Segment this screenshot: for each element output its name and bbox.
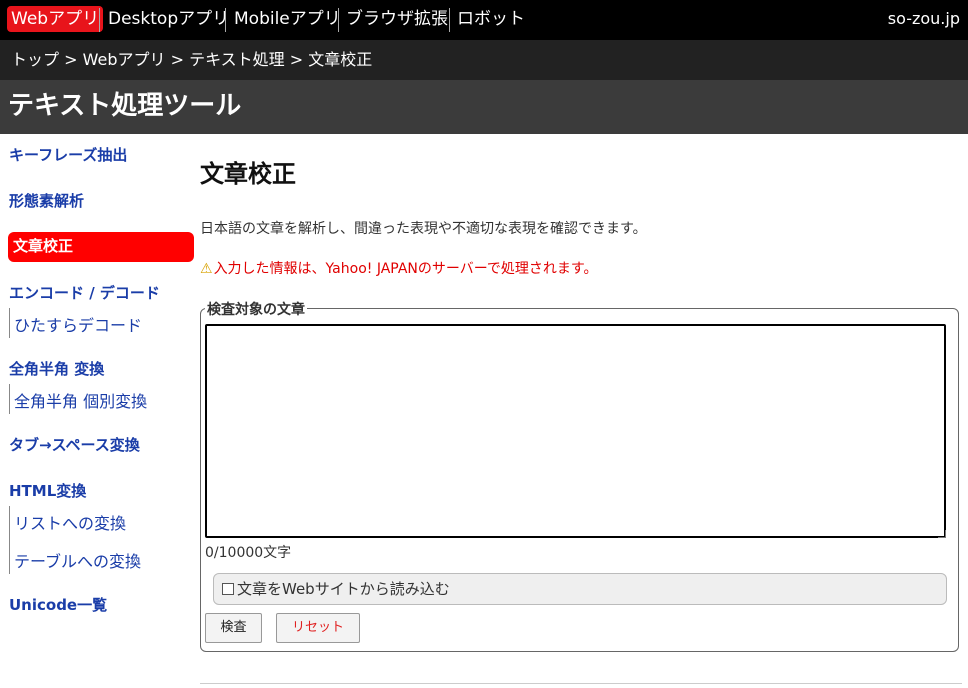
- nav-separator: [338, 8, 339, 32]
- content-below-divider: [200, 683, 962, 688]
- sidebar: キーフレーズ抽出 形態素解析 文章校正 エンコード / デコード ひたすらデコー…: [4, 134, 196, 688]
- sidebar-item-tab-space[interactable]: タブ→スペース変換: [9, 434, 140, 455]
- sidebar-subgroup: ひたすらデコード: [9, 308, 142, 338]
- nav-separator: [99, 8, 100, 32]
- nav-desktop-app[interactable]: Desktopアプリ: [104, 6, 233, 32]
- resize-handle-icon[interactable]: [938, 530, 946, 538]
- sidebar-item-html[interactable]: HTML変換: [9, 480, 86, 501]
- breadcrumb-current: 文章校正: [308, 50, 373, 69]
- sidebar-subitem-decode[interactable]: ひたすらデコード: [14, 312, 142, 336]
- warning-message: ⚠入力した情報は、Yahoo! JAPANのサーバーで処理されます。: [200, 258, 598, 278]
- sidebar-subitem-list[interactable]: リストへの変換: [14, 510, 126, 534]
- nav-browser-ext[interactable]: ブラウザ拡張: [342, 6, 452, 32]
- sidebar-item-unicode[interactable]: Unicode一覧: [9, 594, 107, 615]
- sidebar-subitem-zenhan-individual[interactable]: 全角半角 個別変換: [14, 388, 147, 412]
- char-count: 0/10000文字: [205, 545, 292, 561]
- nav-webapp[interactable]: Webアプリ: [7, 6, 104, 32]
- sidebar-item-encode-decode[interactable]: エンコード / デコード: [9, 282, 160, 303]
- page-title: 文章校正: [200, 160, 296, 188]
- sidebar-subgroup: リストへの変換 テーブルへの変換: [9, 506, 141, 574]
- sidebar-item-proofread[interactable]: 文章校正: [8, 232, 194, 262]
- text-input[interactable]: [205, 324, 946, 538]
- breadcrumb-separator: >: [289, 50, 304, 69]
- breadcrumb-webapp[interactable]: Webアプリ: [83, 50, 166, 69]
- warning-text: 入力した情報は、Yahoo! JAPANのサーバーで処理されます。: [213, 261, 598, 277]
- site-name-link[interactable]: so-zou.jp: [888, 6, 960, 32]
- sidebar-item-keyphrase[interactable]: キーフレーズ抽出: [9, 144, 127, 165]
- load-web-label: 文章をWebサイトから読み込む: [237, 580, 450, 598]
- breadcrumb-separator: >: [64, 50, 78, 69]
- nav-separator: [449, 8, 450, 32]
- sidebar-subgroup: 全角半角 個別変換: [9, 384, 147, 414]
- main-content: 文章校正 日本語の文章を解析し、間違った表現や不適切な表現を確認できます。 ⚠入…: [200, 134, 962, 688]
- section-header: テキスト処理ツール: [0, 80, 968, 134]
- breadcrumb-text-processing[interactable]: テキスト処理: [189, 50, 285, 69]
- load-from-web-toggle[interactable]: 文章をWebサイトから読み込む: [213, 573, 947, 605]
- breadcrumb-separator: >: [170, 50, 184, 69]
- section-title: テキスト処理ツール: [8, 91, 242, 121]
- page-description: 日本語の文章を解析し、間違った表現や不適切な表現を確認できます。: [200, 221, 647, 237]
- nav-mobile-app[interactable]: Mobileアプリ: [230, 6, 345, 32]
- warning-triangle-icon: ⚠: [200, 261, 213, 277]
- nav-robot[interactable]: ロボット: [453, 6, 529, 32]
- check-button[interactable]: 検査: [205, 613, 262, 643]
- breadcrumb-top[interactable]: トップ: [11, 50, 59, 69]
- sidebar-item-morphological[interactable]: 形態素解析: [9, 190, 84, 211]
- form-legend: 検査対象の文章: [205, 299, 307, 319]
- nav-separator: [225, 8, 226, 32]
- top-nav-bar: Webアプリ Desktopアプリ Mobileアプリ ブラウザ拡張 ロボット …: [0, 0, 968, 40]
- breadcrumb: トップ > Webアプリ > テキスト処理 > 文章校正: [0, 40, 968, 80]
- sidebar-item-zenhan[interactable]: 全角半角 変換: [9, 358, 104, 379]
- checkbox-icon[interactable]: [222, 583, 234, 595]
- sidebar-subitem-table[interactable]: テーブルへの変換: [14, 548, 141, 572]
- reset-button[interactable]: リセット: [276, 613, 360, 643]
- check-form: 検査対象の文章 0/10000文字 文章をWebサイトから読み込む 検査 リセッ…: [200, 299, 959, 652]
